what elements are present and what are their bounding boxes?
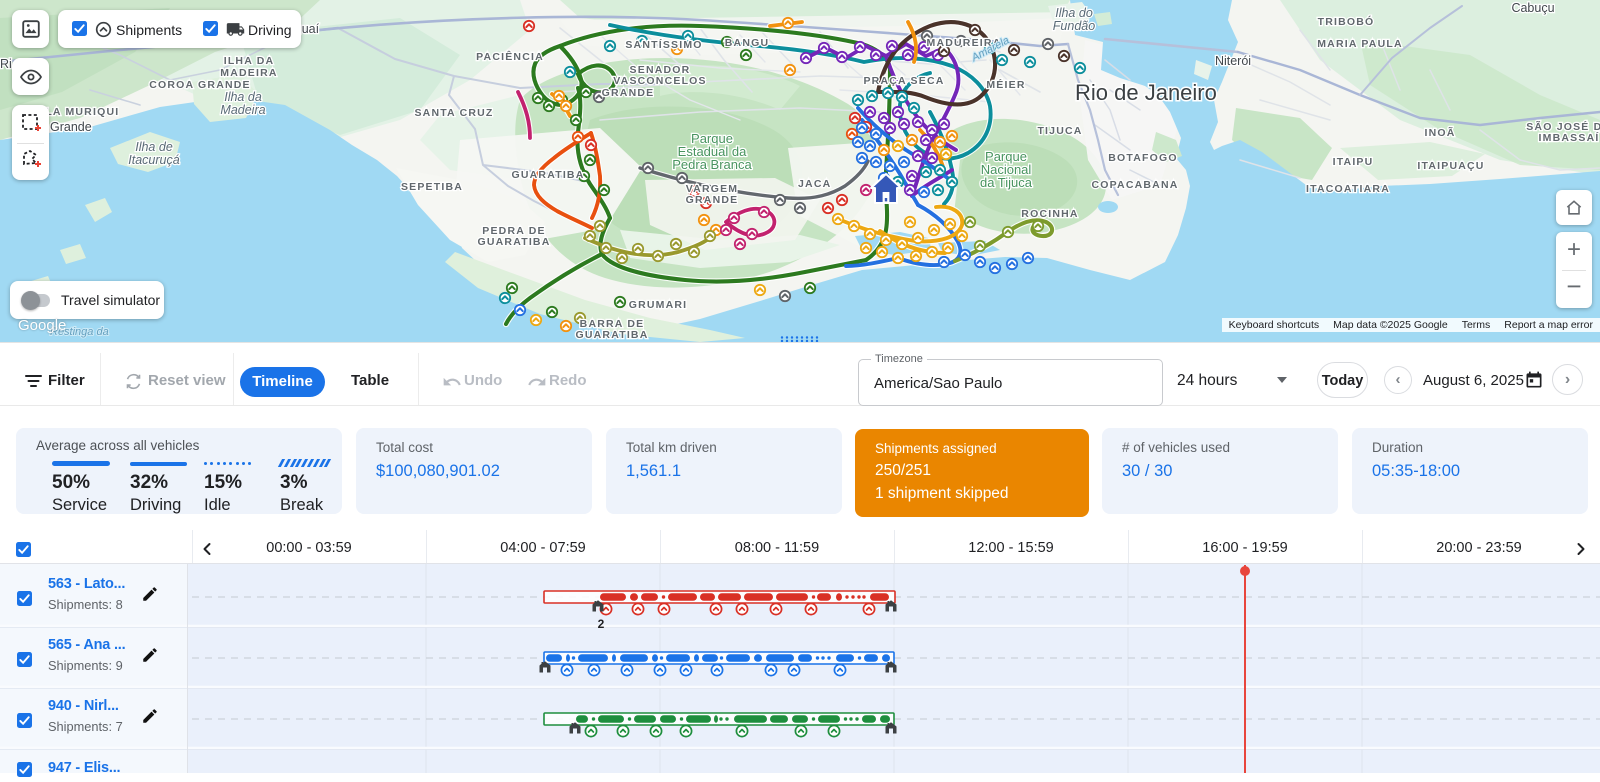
- svg-text:ROCINHA: ROCINHA: [1021, 208, 1078, 220]
- svg-text:IMBASSAÍ: IMBASSAÍ: [1539, 131, 1600, 144]
- svg-text:BOTAFOGO: BOTAFOGO: [1108, 152, 1177, 164]
- svg-text:ITACOATIARA: ITACOATIARA: [1306, 183, 1390, 195]
- svg-text:Niterói: Niterói: [1215, 54, 1251, 68]
- svg-text:Itacuruçá: Itacuruçá: [128, 153, 179, 167]
- svg-text:PRAÇA SECA: PRAÇA SECA: [863, 75, 944, 87]
- svg-text:GUARATIBA: GUARATIBA: [477, 236, 550, 248]
- svg-text:Grande: Grande: [50, 120, 92, 134]
- svg-text:ILHA DA: ILHA DA: [224, 55, 275, 67]
- svg-text:BANGU: BANGU: [725, 37, 770, 49]
- svg-text:MADEIRA: MADEIRA: [220, 67, 277, 79]
- svg-text:JACA: JACA: [798, 178, 831, 190]
- svg-text:Ilha da: Ilha da: [224, 90, 262, 104]
- svg-text:GUARATIBA: GUARATIBA: [511, 169, 584, 181]
- svg-text:Ilha de: Ilha de: [135, 140, 173, 154]
- svg-text:Ilha do: Ilha do: [1055, 6, 1093, 20]
- svg-text:Madeira: Madeira: [220, 103, 265, 117]
- svg-text:TRIBOBÓ: TRIBOBÓ: [1318, 15, 1375, 28]
- svg-text:GRUMARI: GRUMARI: [629, 299, 688, 311]
- svg-text:INOÃ: INOÃ: [1424, 126, 1455, 139]
- svg-text:da Tijuca: da Tijuca: [980, 175, 1033, 190]
- svg-text:ITAIPUAÇU: ITAIPUAÇU: [1417, 160, 1484, 172]
- svg-text:Cabuçu: Cabuçu: [1511, 1, 1554, 15]
- svg-text:COPACABANA: COPACABANA: [1091, 179, 1178, 191]
- svg-text:Pedra Branca: Pedra Branca: [672, 157, 752, 172]
- svg-text:SANTÍSSIMO: SANTÍSSIMO: [625, 38, 702, 51]
- svg-text:PACIÊNCIA: PACIÊNCIA: [476, 50, 544, 63]
- svg-text:Rio de Janeiro: Rio de Janeiro: [1075, 80, 1217, 105]
- svg-text:ITAIPU: ITAIPU: [1333, 156, 1374, 168]
- svg-text:SANTA CRUZ: SANTA CRUZ: [414, 107, 493, 119]
- svg-text:2: 2: [598, 617, 605, 631]
- svg-text:SEPETIBA: SEPETIBA: [401, 181, 463, 193]
- svg-text:TIJUCA: TIJUCA: [1037, 125, 1082, 137]
- svg-text:Ri: Ri: [0, 57, 12, 71]
- svg-text:GRANDE: GRANDE: [686, 194, 739, 206]
- svg-text:GUARATIBA: GUARATIBA: [575, 329, 648, 341]
- svg-text:GRANDE: GRANDE: [602, 87, 655, 99]
- svg-text:Fundão: Fundão: [1053, 19, 1095, 33]
- svg-text:MARIA PAULA: MARIA PAULA: [1317, 38, 1403, 50]
- svg-text:MÉIER: MÉIER: [986, 78, 1025, 91]
- svg-text:VASCONCELOS: VASCONCELOS: [613, 75, 707, 87]
